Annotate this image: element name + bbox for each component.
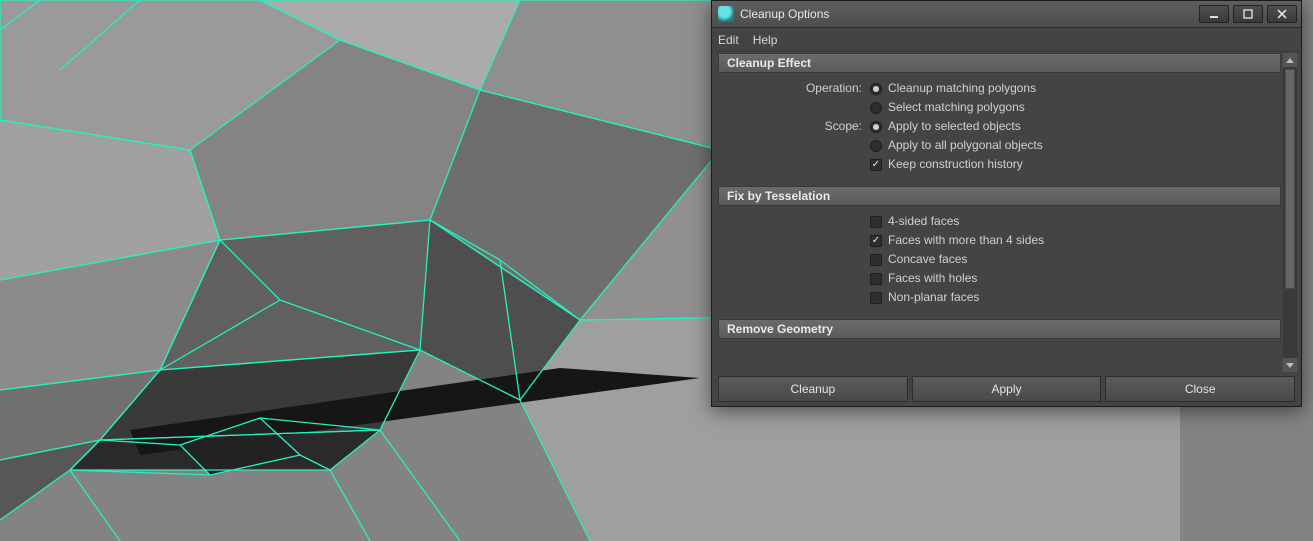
button-label: Close (1185, 382, 1216, 396)
check-label: Keep construction history (888, 155, 1023, 174)
chevron-down-icon (1286, 363, 1294, 368)
scroll-down-button[interactable] (1283, 358, 1297, 372)
titlebar[interactable]: Cleanup Options (712, 1, 1301, 28)
check-label: Concave faces (888, 250, 967, 269)
check-holes[interactable] (870, 273, 882, 285)
cleanup-button[interactable]: Cleanup (718, 376, 908, 402)
button-label: Apply (991, 382, 1021, 396)
radio-label: Apply to all polygonal objects (888, 136, 1043, 155)
window-title: Cleanup Options (740, 7, 1199, 21)
maximize-icon (1243, 9, 1253, 19)
section-header-cleanup-effect[interactable]: Cleanup Effect (718, 53, 1281, 73)
close-dialog-button[interactable]: Close (1105, 376, 1295, 402)
menu-help[interactable]: Help (753, 33, 778, 47)
section-header-label: Remove Geometry (727, 322, 833, 336)
maximize-button[interactable] (1233, 5, 1263, 23)
check-label: Non-planar faces (888, 288, 979, 307)
app-icon (718, 6, 734, 22)
check-keep-history[interactable] (870, 159, 882, 171)
check-label: 4-sided faces (888, 212, 959, 231)
dialog-body: Cleanup Effect Operation: Cleanup matchi… (718, 53, 1281, 372)
dialog-footer: Cleanup Apply Close (718, 376, 1295, 402)
radio-label: Apply to selected objects (888, 117, 1021, 136)
scope-label: Scope: (728, 117, 870, 136)
section-header-remove-geometry[interactable]: Remove Geometry (718, 319, 1281, 339)
close-icon (1277, 9, 1287, 19)
section-header-fix-tesselation[interactable]: Fix by Tesselation (718, 186, 1281, 206)
radio-label: Cleanup matching polygons (888, 79, 1036, 98)
check-label: Faces with more than 4 sides (888, 231, 1044, 250)
radio-select-matching[interactable] (870, 102, 882, 114)
scroll-thumb[interactable] (1285, 69, 1295, 289)
cleanup-options-dialog: Cleanup Options Edit Help Cleanup Effect… (711, 0, 1302, 407)
menu-edit[interactable]: Edit (718, 33, 739, 47)
chevron-up-icon (1286, 58, 1294, 63)
minimize-icon (1209, 9, 1219, 19)
section-header-label: Cleanup Effect (727, 56, 811, 70)
menubar: Edit Help (712, 28, 1301, 52)
section-body-fix-tesselation: 4-sided faces Faces with more than 4 sid… (718, 206, 1281, 313)
apply-button[interactable]: Apply (912, 376, 1102, 402)
radio-label: Select matching polygons (888, 98, 1025, 117)
radio-apply-selected[interactable] (870, 121, 882, 133)
section-header-label: Fix by Tesselation (727, 189, 830, 203)
button-label: Cleanup (790, 382, 835, 396)
radio-apply-all[interactable] (870, 140, 882, 152)
close-button[interactable] (1267, 5, 1297, 23)
check-more-than-4[interactable] (870, 235, 882, 247)
check-4-sided[interactable] (870, 216, 882, 228)
check-concave[interactable] (870, 254, 882, 266)
check-label: Faces with holes (888, 269, 977, 288)
scrollbar[interactable] (1283, 53, 1297, 372)
section-body-cleanup-effect: Operation: Cleanup matching polygons Sel… (718, 73, 1281, 180)
scroll-up-button[interactable] (1283, 53, 1297, 67)
radio-cleanup-matching[interactable] (870, 83, 882, 95)
check-nonplanar[interactable] (870, 292, 882, 304)
operation-label: Operation: (728, 79, 870, 98)
minimize-button[interactable] (1199, 5, 1229, 23)
